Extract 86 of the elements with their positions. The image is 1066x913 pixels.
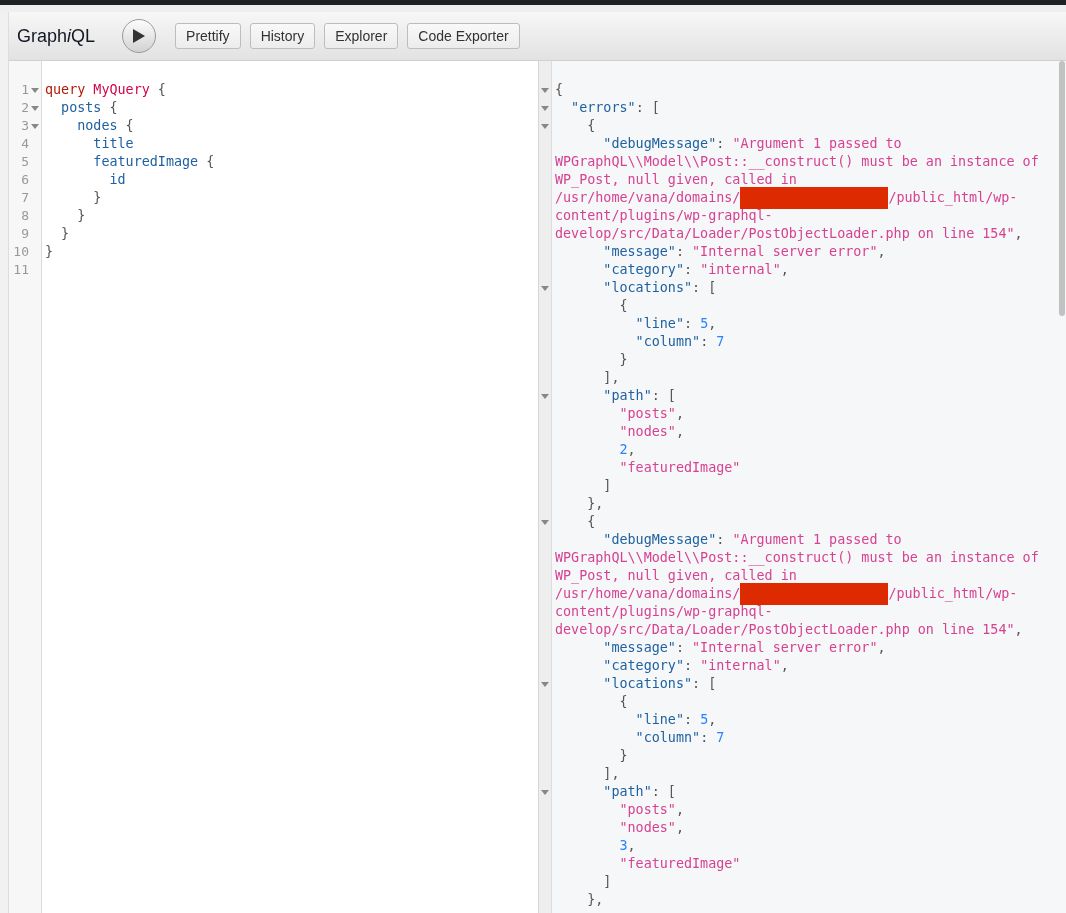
code-line: "featuredImage": [618, 854, 741, 873]
toolbar-button[interactable]: Explorer: [324, 23, 399, 49]
code-line: develop/src/Data/Loader/PostObjectLoader.php on line 154",: [555, 224, 1023, 243]
code-line: }: [92, 188, 102, 207]
code-line: ],: [602, 764, 620, 783]
line-number: 6: [21, 171, 29, 190]
code-line: "posts",: [618, 800, 684, 819]
code-line: "message": "Internal server error",: [602, 242, 886, 261]
code-line: "errors": [: [570, 98, 660, 117]
code-line: WPGraphQL\\Model\\Post::__construct() must be an instance of: [555, 152, 1039, 172]
play-icon: [133, 29, 146, 43]
code-line: "line": 5,: [634, 314, 717, 333]
line-number: 11: [13, 261, 29, 280]
code-line: "column": 7: [634, 728, 725, 747]
code-line: "path": [: [602, 782, 676, 801]
code-line: "column": 7: [634, 332, 725, 351]
run-button[interactable]: [122, 19, 157, 53]
code-line: }: [618, 350, 628, 369]
code-line: "nodes",: [618, 422, 684, 441]
line-number: 10: [13, 243, 29, 262]
fold-caret-icon[interactable]: [541, 681, 549, 687]
code-line: title: [92, 134, 134, 153]
code-line: /usr/home/vana/domains/ /public_html/wp-: [555, 187, 1018, 209]
fold-caret-icon[interactable]: [541, 123, 549, 129]
toolbar-button[interactable]: Code Exporter: [407, 23, 520, 49]
toolbar-button[interactable]: History: [249, 23, 316, 49]
code-line: "debugMessage": "Argument 1 passed to: [602, 530, 902, 549]
code-line: "debugMessage": "Argument 1 passed to: [602, 134, 902, 153]
code-line: ],: [602, 368, 620, 387]
line-number: 8: [21, 207, 29, 226]
code-line: }: [76, 206, 86, 225]
code-line: "category": "internal",: [602, 260, 789, 279]
line-number: 3: [21, 117, 29, 136]
code-line: "path": [: [602, 386, 676, 405]
code-line: develop/src/Data/Loader/PostObjectLoader.php on line 154",: [555, 620, 1023, 639]
code-line: WPGraphQL\\Model\\Post::__construct() must be an instance of: [555, 548, 1039, 568]
toolbar-button[interactable]: Prettify: [175, 23, 241, 49]
code-line: posts {: [60, 98, 118, 117]
fold-caret-icon[interactable]: [541, 519, 549, 525]
code-line: },: [586, 494, 604, 513]
line-number: 1: [21, 81, 29, 100]
code-line: }: [618, 746, 628, 765]
fold-caret-icon[interactable]: [30, 123, 39, 129]
line-number: 5: [21, 153, 29, 172]
code-line: query MyQuery {: [45, 80, 166, 99]
code-line: id: [108, 170, 126, 189]
fold-caret-icon[interactable]: [541, 105, 549, 111]
code-line: featuredImage {: [92, 152, 215, 171]
code-line: nodes {: [76, 116, 134, 135]
code-line: {: [586, 512, 596, 531]
code-line: }: [45, 242, 54, 261]
code-line: "category": "internal",: [602, 656, 789, 675]
code-line: content/plugins/wp-graphql-: [555, 602, 773, 621]
fold-caret-icon[interactable]: [541, 285, 549, 291]
code-line: {: [586, 116, 596, 135]
code-line: "featuredImage": [618, 458, 741, 477]
code-line: "message": "Internal server error",: [602, 638, 886, 657]
code-line: ]: [602, 872, 612, 891]
line-number: 2: [21, 99, 29, 118]
code-line: WP_Post, null given, called in: [555, 566, 797, 586]
fold-caret-icon[interactable]: [541, 87, 549, 93]
code-line: "locations": [: [602, 278, 717, 297]
code-line: },: [586, 890, 604, 909]
line-number: 7: [21, 189, 29, 208]
scrollbar-thumb[interactable]: [1059, 61, 1065, 316]
code-line: ]: [602, 476, 612, 495]
fold-caret-icon[interactable]: [541, 393, 549, 399]
code-line: "locations": [: [602, 674, 717, 693]
code-line: 2,: [618, 440, 636, 459]
code-line: {: [555, 80, 564, 99]
code-line: }: [60, 224, 70, 243]
code-line: 3,: [618, 836, 636, 855]
code-line: "line": 5,: [634, 710, 717, 729]
code-line: content/plugins/wp-graphql-: [555, 206, 773, 225]
app-logo: GraphiQL: [17, 24, 96, 48]
fold-caret-icon[interactable]: [30, 105, 39, 111]
code-line: {: [618, 296, 628, 315]
code-line: /usr/home/vana/domains/ /public_html/wp-: [555, 583, 1018, 605]
line-number: 9: [21, 225, 29, 244]
code-line: "nodes",: [618, 818, 684, 837]
code-line: "posts",: [618, 404, 684, 423]
code-line: WP_Post, null given, called in: [555, 170, 797, 190]
fold-caret-icon[interactable]: [541, 789, 549, 795]
fold-caret-icon[interactable]: [30, 87, 39, 93]
line-number: 4: [21, 135, 29, 154]
code-line: {: [618, 692, 628, 711]
